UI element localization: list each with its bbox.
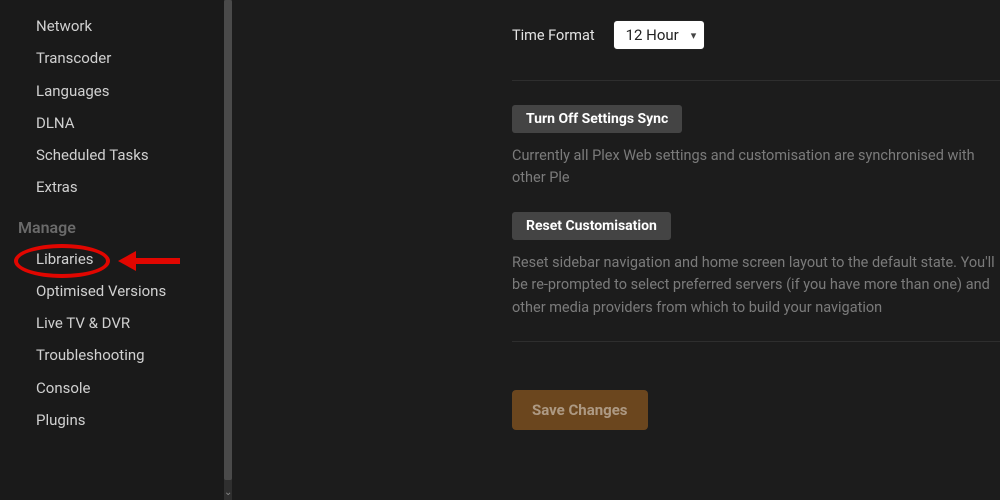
sidebar-item-label: Optimised Versions: [36, 282, 166, 300]
sidebar-heading-manage: Manage: [2, 204, 232, 243]
reset-description: Reset sidebar navigation and home screen…: [512, 252, 1000, 319]
sidebar-item-label: Troubleshooting: [36, 346, 145, 364]
sidebar-item-label: Console: [36, 379, 91, 397]
sidebar-item-label: Network: [36, 17, 92, 35]
sidebar-item-troubleshooting[interactable]: Troubleshooting: [2, 339, 232, 371]
sidebar-scrollbar-track[interactable]: ⌄: [224, 0, 232, 500]
sidebar-item-plugins[interactable]: Plugins: [2, 404, 232, 436]
sidebar-item-libraries[interactable]: Libraries: [2, 243, 232, 275]
reset-customisation-button[interactable]: Reset Customisation: [512, 212, 671, 240]
sidebar-item-languages[interactable]: Languages: [2, 75, 232, 107]
sidebar-item-label: Extras: [36, 178, 78, 196]
chevron-down-icon[interactable]: ⌄: [224, 486, 232, 500]
section-divider: [512, 341, 1000, 342]
button-label: Reset Customisation: [526, 218, 657, 234]
settings-sidebar: Network Transcoder Languages DLNA Schedu…: [0, 0, 232, 500]
time-format-value: 12 Hour: [626, 26, 679, 44]
sidebar-item-dlna[interactable]: DLNA: [2, 107, 232, 139]
sidebar-item-label: Scheduled Tasks: [36, 146, 149, 164]
chevron-down-icon: ▾: [691, 29, 697, 42]
save-changes-button[interactable]: Save Changes: [512, 390, 648, 430]
sync-description: Currently all Plex Web settings and cust…: [512, 145, 1000, 190]
sidebar-item-label: Plugins: [36, 411, 85, 429]
sidebar-item-extras[interactable]: Extras: [2, 171, 232, 203]
sidebar-item-network[interactable]: Network: [2, 10, 232, 42]
button-label: Turn Off Settings Sync: [526, 111, 668, 127]
section-divider: [512, 80, 1000, 81]
time-format-label: Time Format: [512, 27, 595, 44]
time-format-select[interactable]: 12 Hour ▾: [613, 20, 706, 50]
sidebar-item-console[interactable]: Console: [2, 372, 232, 404]
time-format-row: Time Format 12 Hour ▾: [512, 20, 1000, 50]
sidebar-scrollbar-thumb[interactable]: [224, 0, 232, 480]
sidebar-item-scheduled-tasks[interactable]: Scheduled Tasks: [2, 139, 232, 171]
sidebar-item-label: Live TV & DVR: [36, 314, 130, 332]
sidebar-item-label: Libraries: [36, 250, 94, 268]
settings-content: Time Format 12 Hour ▾ Turn Off Settings …: [232, 0, 1000, 500]
sidebar-item-label: Languages: [36, 82, 110, 100]
button-label: Save Changes: [532, 401, 628, 419]
sidebar-item-optimised-versions[interactable]: Optimised Versions: [2, 275, 232, 307]
sidebar-item-label: Transcoder: [36, 49, 111, 67]
sidebar-item-live-tv-dvr[interactable]: Live TV & DVR: [2, 307, 232, 339]
sidebar-item-transcoder[interactable]: Transcoder: [2, 42, 232, 74]
sidebar-item-label: DLNA: [36, 114, 75, 132]
turn-off-sync-button[interactable]: Turn Off Settings Sync: [512, 105, 682, 133]
